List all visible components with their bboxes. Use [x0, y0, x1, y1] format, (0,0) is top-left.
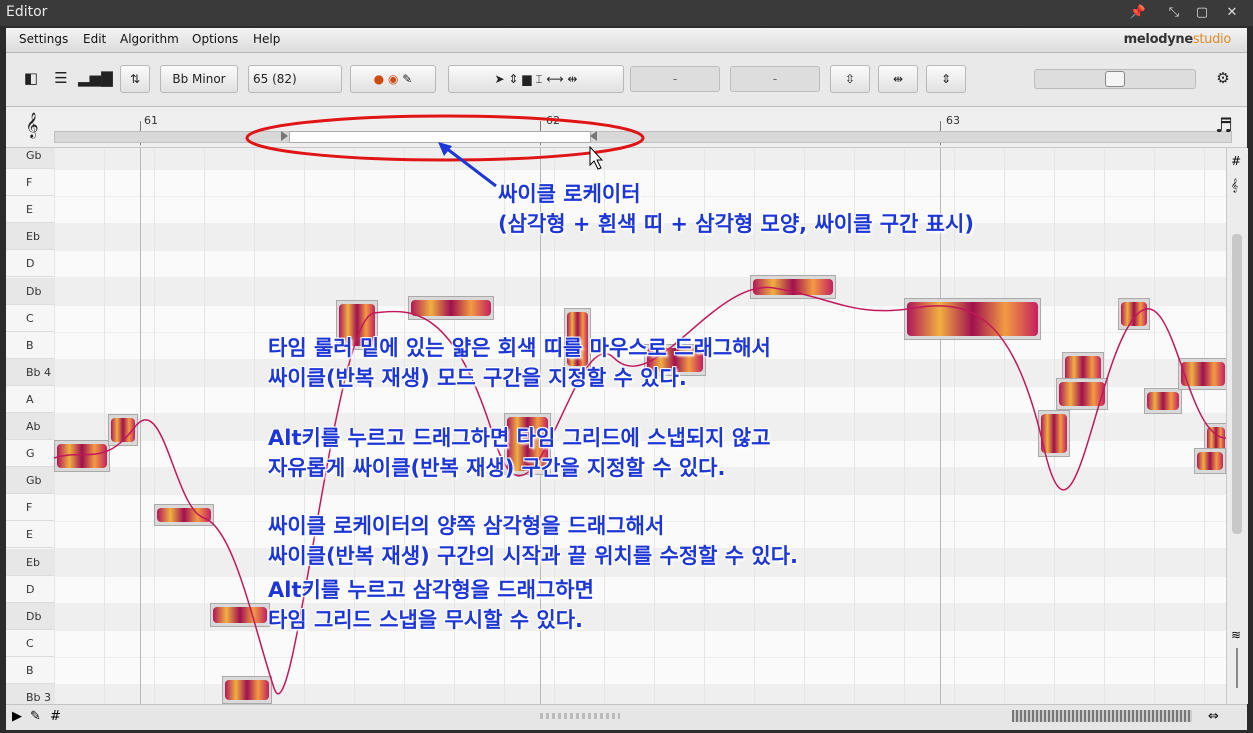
annotation-p3-l2: 싸이클(반복 재생) 구간의 시작과 끝 위치를 수정할 수 있다. [268, 544, 799, 568]
annotation-p4-l1: Alt키를 누르고 삼각형을 드래그하면 [268, 576, 594, 605]
annotation-p1-l1: 타임 룰러 밑에 있는 얇은 회색 띠를 마우스로 드래그해서 [268, 336, 771, 360]
pointer-arrow [445, 146, 497, 188]
annotation-p2-l1-text: 키를 누르고 드래그하면 타임 그리드에 스냅되지 않고 [301, 426, 771, 450]
alt-key-label-2: Alt [268, 578, 302, 602]
annotation-p3-l1: 싸이클 로케이터의 양쪽 삼각형을 드래그해서 [268, 514, 665, 538]
annotation-cycle-desc: (삼각형 + 흰색 띠 + 삼각형 모양, 싸이클 구간 표시) [498, 212, 974, 236]
annotation-p2-l1: Alt키를 누르고 드래그하면 타임 그리드에 스냅되지 않고 [268, 424, 770, 453]
alt-key-label: Alt [268, 426, 302, 450]
annotation-p1-l2: 싸이클(반복 재생) 모드 구간을 지정할 수 있다. [268, 366, 687, 390]
annotation-cycle-title: 싸이클 로케이터 [498, 182, 641, 206]
annotation-p4-l2: 타임 그리드 스냅을 무시할 수 있다. [268, 608, 584, 632]
annotation-p2-l2: 자유롭게 싸이클(반복 재생) 구간을 지정할 수 있다. [268, 456, 726, 480]
pointer-arrowhead [438, 142, 452, 156]
annotation-p4-l1-text: 키를 누르고 삼각형을 드래그하면 [301, 578, 594, 602]
